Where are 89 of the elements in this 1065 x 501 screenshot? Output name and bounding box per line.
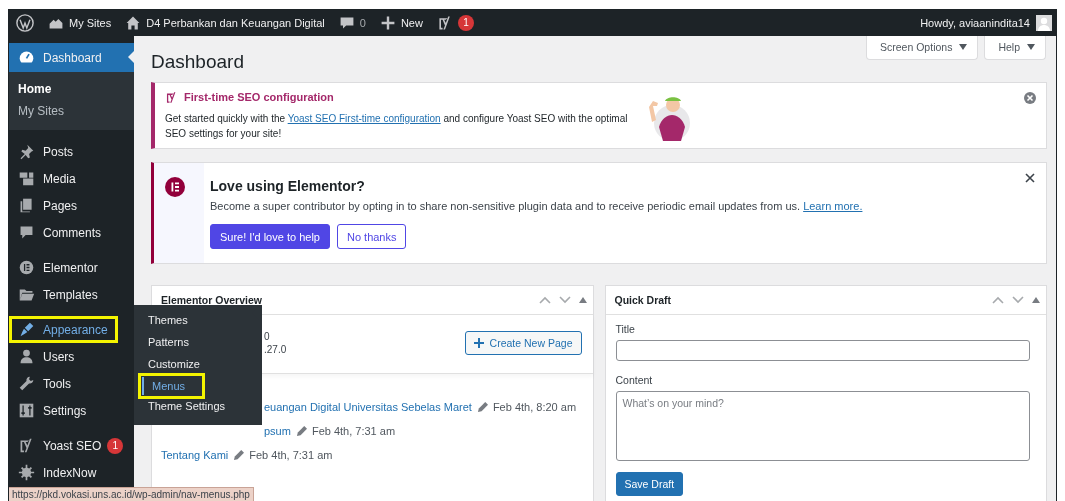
notice-title: Love using Elementor? [210,178,366,194]
field-label: Title [615,323,635,335]
submenu-item[interactable]: Patterns [134,333,195,351]
screen-tab-button[interactable]: Screen Options [866,36,979,60]
admin-bar-link[interactable]: 0 [331,10,373,36]
comment-icon [18,224,35,241]
folder-icon [18,286,35,303]
chevron-down-icon [558,296,571,304]
text-link[interactable]: Yoast SEO First-time configuration [287,112,441,124]
post-date: Feb 4th, 7:31 am [311,425,396,437]
admin-bar-link[interactable]: My Sites [41,10,119,36]
chevron-up-icon [538,296,551,304]
version-text: .27.0 [264,344,287,355]
post-date: Feb 4th, 8:20 am [492,401,577,413]
submenu-item[interactable]: Menus [142,377,202,395]
wrench-icon [18,375,35,392]
plus-icon [379,15,396,31]
media-icon [18,170,35,187]
account-menu[interactable]: Howdy, aviaanindita14 [916,15,1056,31]
chevron-up-icon [992,296,1004,304]
field-label: Content [615,374,653,386]
version-text: 0 [264,331,271,342]
elementor-logo-icon [165,177,185,197]
notice-title: First-time SEO configuration [184,91,334,103]
comment-icon [338,15,355,31]
save-draft-button[interactable]: Save Draft [615,472,684,496]
sidebar-item[interactable]: Dashboard [9,43,134,72]
notification-badge: 1 [107,437,124,454]
page-title: Dashboard [151,51,244,73]
user-icon [18,348,35,365]
submenu-item[interactable]: Customize [134,355,206,373]
title-field[interactable] [615,340,1030,361]
sidebar-item[interactable]: Media [9,165,80,192]
admin-bar-link[interactable]: D4 Perbankan dan Keuangan Digital [118,10,332,36]
text-link[interactable]: Learn more. [803,200,863,212]
yoast-menu[interactable]: 1 [429,10,481,36]
avatar-icon [1036,15,1052,31]
house-icon [125,15,142,31]
yoast-logo-icon [165,90,178,104]
pencil-icon [233,449,245,461]
sidebar-item[interactable]: Users [9,343,79,370]
wordpress-logo-icon [16,14,34,32]
sidebar-item[interactable]: Tools [9,370,75,397]
chevron-down-icon [1012,296,1024,304]
pencil-icon [295,425,307,437]
triangle-up-icon [1032,297,1040,303]
caret-icon [1027,44,1035,50]
submenu-item[interactable]: Home [9,78,56,100]
sidebar-item[interactable]: IndexNow [9,459,101,486]
admin-bar-link[interactable]: New [372,10,430,36]
screen-tab-button[interactable]: Help [984,36,1046,60]
notice-text: Get started quickly with the Yoast SEO First-time configuration and configure Yoast SEO with the optimal SEO settings for your site! [165,111,629,141]
plus-icon [473,338,484,348]
gauge-icon [18,49,35,66]
pushpin-icon [18,143,35,160]
sidebar-item[interactable]: Elementor [9,254,102,281]
gear-icon [18,464,35,481]
paintbrush-icon [18,321,35,338]
close-icon [1024,92,1036,104]
create-page-button[interactable]: Create New Page [464,331,582,355]
post-link[interactable]: euangan Digital Universitas Sebelas Maret [264,401,472,413]
notification-badge: 1 [457,15,474,31]
dismiss-button[interactable]: No thanks [336,224,407,249]
sidebar-item[interactable]: Comments [9,219,105,246]
close-icon [1025,173,1035,183]
status-url: https://pkd.vokasi.uns.ac.id/wp-admin/nav-menus.php [9,487,254,501]
elementor-logo-icon [18,259,35,276]
opt-in-button[interactable]: Sure! I'd love to help [210,224,330,249]
post-date: Feb 4th, 7:31 am [249,449,333,461]
submenu-item[interactable]: Theme Settings [134,397,232,415]
sidebar-item[interactable]: Pages [9,192,82,219]
widget-title: Elementor Overview [161,294,262,306]
pencil-icon [476,401,488,413]
submenu-item[interactable]: Themes [134,311,194,329]
sidebar-item[interactable]: Templates [9,281,102,308]
submenu-item[interactable]: My Sites [9,100,68,122]
caret-icon [959,44,968,50]
widget-title: Quick Draft [614,294,672,306]
sidebar-item[interactable]: Appearance [9,316,118,343]
pages-icon [18,197,35,214]
sidebar-item[interactable]: Yoast SEO 1 [9,432,128,459]
post-link[interactable]: Tentang Kami [161,449,229,461]
triangle-up-icon [578,297,587,303]
post-link[interactable]: psum [264,425,291,437]
notice-text: Become a super contributor by opting in to share non-sensitive plugin data and to receive periodic email updates from us. Learn more. [210,200,863,212]
content-field[interactable]: What’s on your mind? [615,391,1030,461]
sliders-icon [18,402,35,419]
sidebar-item[interactable]: Settings [9,397,91,424]
sidebar-item[interactable]: Posts [9,138,77,165]
